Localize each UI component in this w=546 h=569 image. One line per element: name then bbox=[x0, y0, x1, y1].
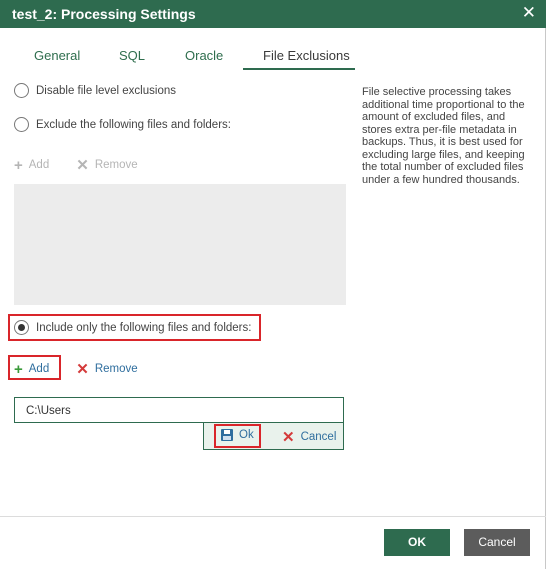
include-remove-button[interactable]: ✕ Remove bbox=[76, 360, 137, 378]
exclude-files-label: Exclude the following files and folders: bbox=[36, 118, 231, 131]
tab-general[interactable]: General bbox=[34, 48, 80, 63]
title-bar: test_2: Processing Settings ✕ bbox=[0, 0, 546, 28]
active-tab-indicator bbox=[243, 68, 355, 70]
x-icon: ✕ bbox=[76, 157, 89, 174]
tab-oracle[interactable]: Oracle bbox=[185, 48, 223, 63]
exclude-add-button[interactable]: + Add bbox=[14, 157, 49, 174]
exclude-list[interactable] bbox=[14, 184, 346, 305]
disable-exclusions-option[interactable]: Disable file level exclusions bbox=[14, 83, 176, 98]
exclude-files-radio[interactable] bbox=[14, 117, 29, 132]
include-path-input[interactable]: C:\Users bbox=[14, 397, 344, 423]
x-icon: ✕ bbox=[282, 429, 295, 446]
floppy-icon bbox=[221, 429, 233, 441]
tab-sql[interactable]: SQL bbox=[119, 48, 145, 63]
edit-cancel-label: Cancel bbox=[300, 431, 337, 443]
cancel-button[interactable]: Cancel bbox=[464, 529, 530, 556]
plus-icon: + bbox=[14, 156, 23, 174]
include-remove-label: Remove bbox=[94, 363, 138, 375]
dialog-title: test_2: Processing Settings bbox=[12, 6, 196, 22]
include-add-label: Add bbox=[28, 363, 50, 375]
processing-settings-dialog: test_2: Processing Settings ✕ General SQ… bbox=[0, 0, 546, 569]
include-toolbar: + Add ✕ Remove bbox=[14, 360, 138, 379]
ok-button[interactable]: OK bbox=[384, 529, 450, 556]
edit-cancel-button[interactable]: ✕ Cancel bbox=[282, 428, 336, 446]
include-files-label: Include only the following files and fol… bbox=[36, 321, 252, 334]
tab-file-exclusions[interactable]: File Exclusions bbox=[263, 48, 350, 63]
footer-divider bbox=[0, 516, 546, 517]
include-files-option[interactable]: Include only the following files and fol… bbox=[14, 320, 251, 335]
edit-ok-button[interactable]: Ok bbox=[221, 429, 254, 441]
exclude-remove-button[interactable]: ✕ Remove bbox=[76, 156, 137, 174]
include-add-button[interactable]: + Add bbox=[14, 361, 49, 378]
exclude-remove-label: Remove bbox=[94, 159, 138, 171]
plus-icon: + bbox=[14, 360, 23, 378]
disable-exclusions-radio[interactable] bbox=[14, 83, 29, 98]
exclude-add-label: Add bbox=[28, 159, 50, 171]
edit-action-bar: Ok ✕ Cancel bbox=[203, 423, 344, 450]
include-files-radio[interactable] bbox=[14, 320, 29, 335]
edit-ok-label: Ok bbox=[239, 429, 254, 441]
exclude-toolbar: + Add ✕ Remove bbox=[14, 156, 138, 175]
disable-exclusions-label: Disable file level exclusions bbox=[36, 84, 176, 97]
close-icon[interactable]: ✕ bbox=[522, 3, 536, 23]
exclude-files-option[interactable]: Exclude the following files and folders: bbox=[14, 117, 231, 132]
info-text: File selective processing takes addition… bbox=[362, 86, 525, 186]
x-icon: ✕ bbox=[76, 361, 89, 378]
tab-strip: General SQL Oracle File Exclusions bbox=[13, 44, 355, 70]
